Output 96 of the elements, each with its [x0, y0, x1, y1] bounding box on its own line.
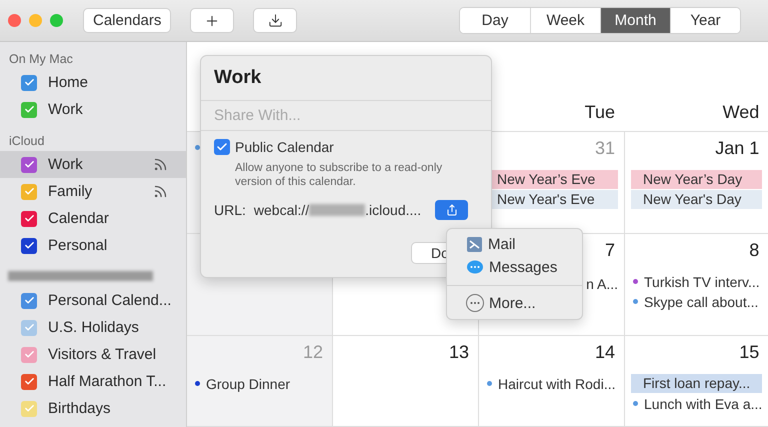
- zoom-button[interactable]: [50, 14, 63, 27]
- checkmark-icon: [24, 349, 34, 360]
- all-day-event[interactable]: New Year’s Day: [631, 170, 762, 189]
- calendar-name: Personal Calend...: [48, 292, 172, 309]
- calendar-name: Calendar: [48, 210, 109, 227]
- checkmark-icon: [24, 104, 34, 115]
- calendar-checkbox[interactable]: [21, 346, 37, 362]
- day-cell[interactable]: 12 Group Dinner: [187, 336, 332, 427]
- calendar-item[interactable]: Personal: [0, 232, 186, 259]
- url-text: .icloud....: [365, 202, 422, 218]
- calendar-item[interactable]: Family: [0, 178, 186, 205]
- date-number: 12: [302, 342, 323, 363]
- date-number: 14: [594, 342, 615, 363]
- checkmark-icon: [24, 159, 34, 170]
- calendar-item[interactable]: Personal Calend...: [0, 287, 186, 314]
- calendar-checkbox[interactable]: [21, 320, 37, 336]
- calendar-checkbox[interactable]: [21, 238, 37, 254]
- add-button[interactable]: [190, 8, 234, 33]
- calendar-name: Visitors & Travel: [48, 346, 156, 363]
- view-tab[interactable]: Year: [670, 8, 740, 33]
- calendar-checkbox[interactable]: [21, 102, 37, 118]
- date-number: 13: [448, 342, 469, 363]
- checkmark-icon: [24, 240, 34, 251]
- all-day-event[interactable]: New Year's Day: [631, 190, 762, 209]
- calendar-name: Half Marathon T...: [48, 373, 166, 390]
- checkmark-icon: [24, 213, 34, 224]
- calendar-item[interactable]: Visitors & Travel: [0, 341, 186, 368]
- calendar-name: Work: [48, 156, 83, 173]
- calendar-name: Work: [48, 101, 83, 118]
- checkmark-icon: [24, 403, 34, 414]
- date-number: 15: [739, 342, 760, 363]
- section-title: iCloud: [8, 133, 46, 150]
- all-day-event[interactable]: First loan repay...: [631, 374, 762, 393]
- checkmark-icon: [24, 77, 34, 88]
- checkmark-icon: [24, 295, 34, 306]
- calendar-name: Home: [48, 74, 88, 91]
- calendar-name: Family: [48, 183, 92, 200]
- checkmark-icon: [24, 186, 34, 197]
- share-with-field[interactable]: Share With...: [201, 101, 491, 131]
- share-button[interactable]: [435, 200, 468, 220]
- day-cell[interactable]: 14 Haircut with Rodi...: [478, 336, 624, 427]
- checkmark-icon: [24, 376, 34, 387]
- event-title[interactable]: Turkish TV interv...: [644, 274, 760, 290]
- view-tab[interactable]: Month: [600, 8, 670, 33]
- calendar-item[interactable]: Half Marathon T...: [0, 368, 186, 395]
- calendar-checkbox[interactable]: [21, 74, 37, 90]
- download-icon: [268, 13, 283, 28]
- more-icon: [466, 294, 484, 312]
- weekday-header: Tue: [584, 102, 615, 123]
- date-number: 31: [594, 138, 615, 159]
- section-title: On My Mac: [8, 51, 74, 68]
- envelope-icon: [466, 236, 483, 253]
- calendar-item[interactable]: Calendar: [0, 205, 186, 232]
- calendar-item[interactable]: Work: [0, 151, 186, 178]
- date-number: 7: [604, 240, 615, 261]
- share-icon: [446, 204, 458, 216]
- calendar-checkbox[interactable]: [21, 156, 37, 172]
- calendar-name: Personal: [48, 237, 108, 254]
- close-button[interactable]: [8, 14, 21, 27]
- calendar-checkbox[interactable]: [21, 374, 37, 390]
- checkmark-icon: [216, 141, 228, 153]
- import-button[interactable]: [253, 8, 298, 33]
- checkbox-label: Public Calendar: [235, 139, 334, 155]
- checkmark-icon: [24, 322, 34, 333]
- calendar-name: Birthdays: [48, 400, 111, 417]
- calendar-checkbox[interactable]: [21, 292, 37, 308]
- chat-bubble-icon: [466, 259, 484, 276]
- day-cell[interactable]: 8 Turkish TV interv... Skype call about...: [624, 234, 768, 336]
- calendar-checkbox[interactable]: [21, 184, 37, 200]
- redaction-blur: [309, 204, 366, 216]
- weekday-header: Wed: [722, 102, 760, 123]
- day-cell[interactable]: 15 First loan repay... Lunch with Eva a...: [624, 336, 768, 427]
- calendar-item[interactable]: U.S. Holidays: [0, 314, 186, 341]
- description-text: Allow anyone to subscribe to a read-only version of this calendar.: [235, 161, 444, 189]
- public-checkbox[interactable]: [214, 139, 230, 155]
- url-label: URL:: [214, 202, 246, 218]
- menu-item[interactable]: More...: [447, 292, 582, 315]
- event-title[interactable]: Lunch with Eva a...: [644, 396, 762, 412]
- popover-title: Work: [201, 56, 491, 101]
- event-title[interactable]: Skype call about...: [644, 294, 758, 310]
- calendar-checkbox[interactable]: [21, 210, 37, 226]
- day-cell[interactable]: Jan 1 New Year’s Day New Year's Day: [624, 132, 768, 234]
- calendar-name: U.S. Holidays: [48, 319, 139, 336]
- event-title[interactable]: n A...: [586, 276, 618, 292]
- calendar-item[interactable]: Work: [0, 96, 186, 123]
- calendar-checkbox[interactable]: [21, 400, 37, 416]
- event-title[interactable]: Group Dinner: [206, 376, 290, 392]
- calendar-item[interactable]: Birthdays: [0, 395, 186, 422]
- url-text: webcal://: [254, 202, 310, 218]
- minimize-button[interactable]: [29, 14, 42, 27]
- day-cell[interactable]: 13: [332, 336, 478, 427]
- event-title[interactable]: Haircut with Rodi...: [498, 376, 616, 392]
- date-number: 8: [749, 240, 760, 261]
- calendars-button[interactable]: Calendars: [83, 8, 172, 33]
- date-number: Jan 1: [715, 138, 760, 159]
- calendar-item[interactable]: Home: [0, 69, 186, 96]
